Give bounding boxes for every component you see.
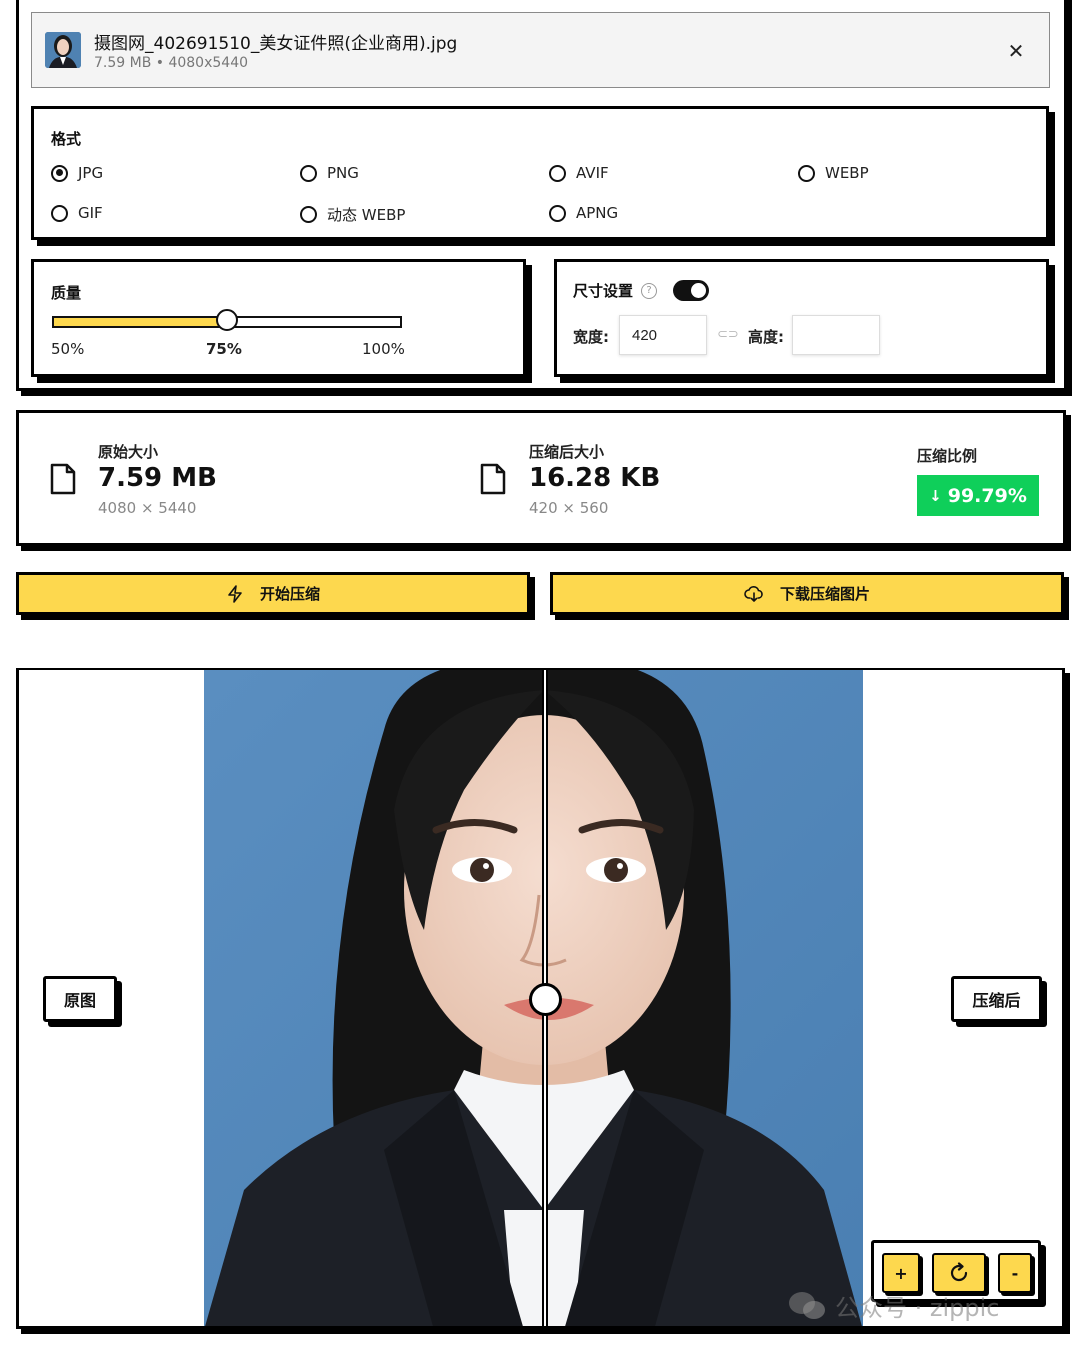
width-label: 宽度: xyxy=(573,328,609,346)
watermark: 公众号 · zippic xyxy=(787,1288,999,1323)
start-compress-button[interactable]: 开始压缩 xyxy=(16,572,530,615)
zoom-in-button[interactable]: + xyxy=(882,1253,920,1293)
compressed-tag[interactable]: 压缩后 xyxy=(951,976,1042,1022)
ratio-badge: ↓ 99.79% xyxy=(917,475,1039,516)
rotate-icon xyxy=(950,1262,968,1282)
original-size-value: 7.59 MB xyxy=(98,463,217,493)
lightning-icon xyxy=(228,584,242,603)
compressed-size-label: 压缩后大小 xyxy=(529,443,605,461)
radio-icon xyxy=(549,204,566,222)
ratio-label: 压缩比例 xyxy=(917,447,978,465)
compressed-dimensions: 420 × 560 xyxy=(529,499,609,517)
format-option-label: APNG xyxy=(576,204,619,222)
format-option-animated-webp[interactable]: 动态 WEBP xyxy=(300,204,405,225)
download-label: 下载压缩图片 xyxy=(779,585,870,603)
format-option-avif[interactable]: AVIF xyxy=(549,164,609,182)
comparison-preview: 原图 压缩后 + - xyxy=(16,668,1065,1329)
start-compress-label: 开始压缩 xyxy=(259,585,320,603)
aspect-ratio-toggle[interactable] xyxy=(673,280,710,301)
width-input[interactable] xyxy=(619,315,707,355)
quality-title: 质量 xyxy=(51,284,82,302)
quality-max-label: 100% xyxy=(362,340,405,358)
radio-icon xyxy=(300,206,317,223)
wechat-icon xyxy=(789,1291,825,1319)
file-thumbnail xyxy=(45,32,81,68)
quality-min-label: 50% xyxy=(51,340,85,358)
cloud-download-icon xyxy=(744,585,763,602)
format-option-label: WEBP xyxy=(825,164,869,182)
zoom-out-button[interactable]: - xyxy=(998,1253,1032,1293)
size-title: 尺寸设置 xyxy=(573,282,634,300)
radio-icon xyxy=(798,164,815,182)
original-dimensions: 4080 × 5440 xyxy=(98,499,197,517)
height-input[interactable] xyxy=(792,315,880,355)
format-option-webp[interactable]: WEBP xyxy=(798,164,869,182)
ratio-value: 99.79% xyxy=(947,484,1027,507)
format-option-label: PNG xyxy=(327,164,359,182)
file-icon xyxy=(50,463,76,495)
format-option-label: AVIF xyxy=(576,164,609,182)
file-meta: 7.59 MB • 4080x5440 xyxy=(94,55,249,71)
quality-current-label: 75% xyxy=(206,340,242,358)
stats-panel: 原始大小 7.59 MB 4080 × 5440 压缩后大小 16.28 KB … xyxy=(16,410,1066,546)
watermark-text: 公众号 · zippic xyxy=(835,1294,1000,1322)
radio-icon xyxy=(549,164,566,182)
format-option-gif[interactable]: GIF xyxy=(51,204,103,222)
radio-icon xyxy=(51,204,68,222)
radio-selected-icon xyxy=(51,164,68,182)
file-bar: 摄图网_402691510_美女证件照(企业商用).jpg 7.59 MB • … xyxy=(31,12,1050,88)
radio-icon xyxy=(300,164,317,182)
close-icon[interactable]: ✕ xyxy=(1004,39,1028,63)
divider-handle[interactable] xyxy=(529,983,562,1016)
link-icon[interactable]: ⊂⊃ xyxy=(717,327,739,342)
size-title-row: 尺寸设置 ? xyxy=(573,280,710,301)
arrow-down-icon: ↓ xyxy=(929,486,942,505)
quality-slider-thumb[interactable] xyxy=(216,309,238,331)
quality-card: 质量 50% 75% 100% xyxy=(31,259,526,377)
format-option-jpg[interactable]: JPG xyxy=(51,164,103,182)
reset-zoom-button[interactable] xyxy=(932,1253,986,1293)
compressed-size-value: 16.28 KB xyxy=(529,463,661,493)
format-option-label: GIF xyxy=(78,204,103,222)
format-option-apng[interactable]: APNG xyxy=(549,204,618,222)
format-title: 格式 xyxy=(51,130,82,148)
format-option-png[interactable]: PNG xyxy=(300,164,359,182)
height-label: 高度: xyxy=(748,328,784,346)
size-settings-card: 尺寸设置 ? 宽度: ⊂⊃ 高度: xyxy=(554,259,1049,377)
format-option-label: 动态 WEBP xyxy=(327,206,406,224)
download-button[interactable]: 下载压缩图片 xyxy=(550,572,1064,615)
file-name: 摄图网_402691510_美女证件照(企业商用).jpg xyxy=(94,34,458,54)
format-option-label: JPG xyxy=(78,164,104,182)
original-tag[interactable]: 原图 xyxy=(43,976,117,1022)
original-size-label: 原始大小 xyxy=(98,443,159,461)
quality-slider-fill xyxy=(54,318,227,326)
file-icon xyxy=(480,463,506,495)
help-icon[interactable]: ? xyxy=(641,282,658,299)
format-card: 格式 JPG PNG AVIF WEBP GIF 动态 WEBP APNG xyxy=(31,106,1049,240)
